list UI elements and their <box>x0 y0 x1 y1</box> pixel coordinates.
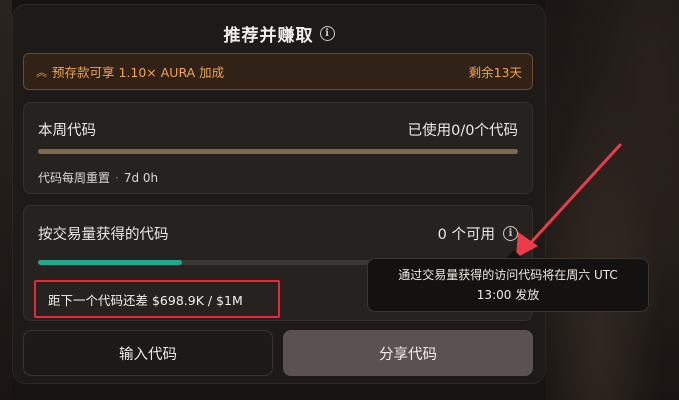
double-chevron-up-icon: ︽ <box>36 65 47 79</box>
weekly-codes-progress-bar <box>38 149 518 154</box>
referral-panel: 推荐并赚取 i ︽ 预存款可享 1.10× AURA 加成 剩余13天 本周代码… <box>12 4 546 384</box>
separator-dot: · <box>115 171 119 185</box>
panel-title: 推荐并赚取 <box>223 25 314 46</box>
volume-codes-header: 按交易量获得的代码 0 个可用 i <box>38 223 518 244</box>
distribution-tooltip: 通过交易量获得的访问代码将在周六 UTC 13:00 发放 <box>367 258 649 312</box>
info-circle-icon[interactable]: i <box>503 226 518 241</box>
background-right <box>546 0 679 400</box>
weekly-reset-time: 7d 0h <box>123 171 159 185</box>
weekly-reset-label: 代码每周重置 <box>38 171 111 185</box>
tooltip-pointer <box>506 250 522 258</box>
share-code-button[interactable]: 分享代码 <box>283 330 533 376</box>
tooltip-text: 通过交易量获得的访问代码将在周六 UTC 13:00 发放 <box>398 268 618 302</box>
weekly-codes-usage: 已使用0/0个代码 <box>407 123 518 139</box>
promo-remaining-time: 剩余13天 <box>468 65 522 80</box>
panel-header: 推荐并赚取 i <box>13 21 545 46</box>
volume-progress-fill <box>38 260 182 265</box>
weekly-codes-label: 本周代码 <box>38 123 96 139</box>
weekly-codes-header: 本周代码 已使用0/0个代码 <box>38 119 518 140</box>
info-circle-icon[interactable]: i <box>319 25 335 41</box>
next-code-deficit-text: 距下一个代码还差 $698.9K / $1M <box>48 292 243 308</box>
background-left <box>0 0 12 400</box>
volume-codes-label: 按交易量获得的代码 <box>38 227 169 243</box>
next-code-deficit-highlight: 距下一个代码还差 $698.9K / $1M <box>34 280 280 318</box>
weekly-codes-card: 本周代码 已使用0/0个代码 代码每周重置 · 7d 0h <box>23 102 533 194</box>
volume-codes-available: 0 个可用 <box>437 227 495 243</box>
deposit-bonus-banner: ︽ 预存款可享 1.10× AURA 加成 剩余13天 <box>23 53 533 90</box>
enter-code-button[interactable]: 输入代码 <box>23 330 273 376</box>
promo-text: 预存款可享 1.10× AURA 加成 <box>52 65 225 80</box>
volume-codes-available-group: 0 个可用 i <box>438 223 518 244</box>
weekly-reset-info: 代码每周重置 · 7d 0h <box>38 169 158 186</box>
